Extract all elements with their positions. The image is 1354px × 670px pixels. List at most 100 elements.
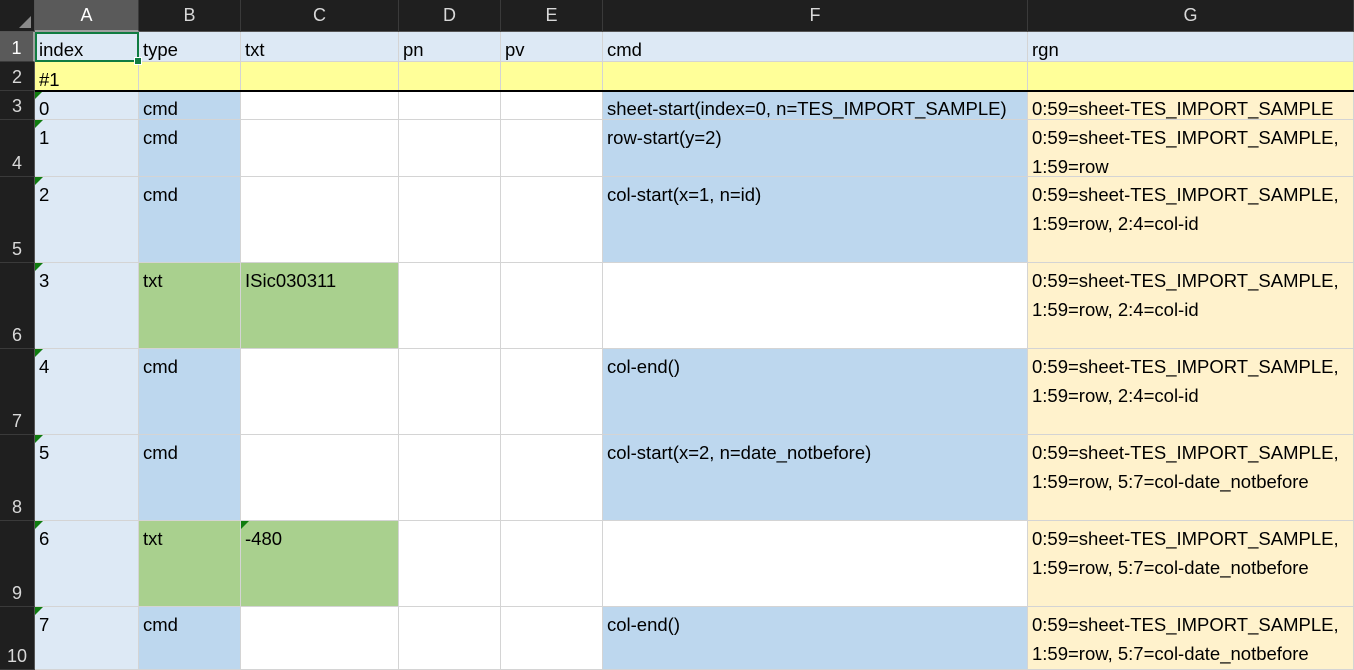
cmd-cell[interactable] [603,263,1028,349]
pv-cell[interactable] [501,349,603,435]
row-header-7[interactable]: 7 [0,349,35,435]
block-cell-txt[interactable] [241,62,399,91]
block-cell-type[interactable] [139,62,241,91]
cmd-cell[interactable]: col-start(x=1, n=id) [603,177,1028,263]
row-header-5[interactable]: 5 [0,177,35,263]
cmd-cell[interactable]: col-end() [603,349,1028,435]
pv-cell[interactable] [501,263,603,349]
type-cell[interactable]: cmd [139,349,241,435]
row-header-1[interactable]: 1 [0,32,35,62]
pv-cell[interactable] [501,177,603,263]
txt-cell[interactable] [241,349,399,435]
pn-cell[interactable] [399,607,501,670]
rgn-cell[interactable]: 0:59=sheet-TES_IMPORT_SAMPLE, 1:59=row [1028,120,1354,177]
cmd-cell-text: col-start(x=1, n=id) [607,184,762,205]
pn-cell[interactable] [399,177,501,263]
pn-cell[interactable] [399,349,501,435]
row-header-2[interactable]: 2 [0,62,35,91]
row-header-10[interactable]: 10 [0,607,35,670]
rgn-cell[interactable]: 0:59=sheet-TES_IMPORT_SAMPLE, 1:59=row, … [1028,263,1354,349]
index-cell[interactable]: 1 [35,120,139,177]
cmd-cell[interactable]: sheet-start(index=0, n=TES_IMPORT_SAMPLE… [603,91,1028,120]
header-cell-txt[interactable]: txt [241,32,399,62]
block-cell-pv[interactable] [501,62,603,91]
rgn-cell[interactable]: 0:59=sheet-TES_IMPORT_SAMPLE [1028,91,1354,120]
index-cell[interactable]: 0 [35,91,139,120]
index-cell[interactable]: 3 [35,263,139,349]
header-cell-rgn[interactable]: rgn [1028,32,1354,62]
pn-cell[interactable] [399,435,501,521]
header-cell-pn-text: pn [403,39,424,60]
txt-cell[interactable]: -480 [241,521,399,607]
column-header-f[interactable]: F [603,0,1028,32]
pn-cell[interactable] [399,263,501,349]
cmd-cell[interactable] [603,521,1028,607]
index-cell[interactable]: 5 [35,435,139,521]
number-as-text-indicator-icon [35,607,43,615]
fill-handle[interactable] [134,57,142,65]
column-header-g[interactable]: G [1028,0,1354,32]
row-header-9[interactable]: 9 [0,521,35,607]
column-header-b[interactable]: B [139,0,241,32]
row-header-4[interactable]: 4 [0,120,35,177]
block-cell-cmd[interactable] [603,62,1028,91]
txt-cell[interactable] [241,177,399,263]
type-cell[interactable]: cmd [139,177,241,263]
block-cell-index[interactable]: #1 [35,62,139,91]
pv-cell[interactable] [501,120,603,177]
pv-cell[interactable] [501,607,603,670]
pv-cell[interactable] [501,435,603,521]
column-header-d[interactable]: D [399,0,501,32]
column-header-c[interactable]: C [241,0,399,32]
type-cell[interactable]: cmd [139,120,241,177]
row-header-8[interactable]: 8 [0,435,35,521]
rgn-cell[interactable]: 0:59=sheet-TES_IMPORT_SAMPLE, 1:59=row, … [1028,607,1354,670]
index-cell[interactable]: 4 [35,349,139,435]
row-header-6[interactable]: 6 [0,263,35,349]
type-cell[interactable]: cmd [139,91,241,120]
rgn-cell[interactable]: 0:59=sheet-TES_IMPORT_SAMPLE, 1:59=row, … [1028,177,1354,263]
type-cell[interactable]: cmd [139,607,241,670]
header-cell-pv[interactable]: pv [501,32,603,62]
rgn-cell[interactable]: 0:59=sheet-TES_IMPORT_SAMPLE, 1:59=row, … [1028,349,1354,435]
header-cell-type[interactable]: type [139,32,241,62]
cmd-cell[interactable]: row-start(y=2) [603,120,1028,177]
pn-cell[interactable] [399,120,501,177]
pv-cell[interactable] [501,521,603,607]
type-cell[interactable]: txt [139,521,241,607]
txt-cell[interactable] [241,120,399,177]
rgn-cell[interactable]: 0:59=sheet-TES_IMPORT_SAMPLE, 1:59=row, … [1028,521,1354,607]
column-header-e[interactable]: E [501,0,603,32]
header-cell-index[interactable]: index [35,32,139,62]
column-header-a[interactable]: A [35,0,139,32]
block-cell-pn[interactable] [399,62,501,91]
type-cell[interactable]: txt [139,263,241,349]
cmd-cell[interactable]: col-end() [603,607,1028,670]
number-as-text-indicator-icon [35,263,43,271]
block-cell-index-text: #1 [39,69,60,90]
header-cell-cmd[interactable]: cmd [603,32,1028,62]
index-cell[interactable]: 7 [35,607,139,670]
row-header-3[interactable]: 3 [0,91,35,120]
index-cell[interactable]: 2 [35,177,139,263]
txt-cell[interactable]: ISic030311 [241,263,399,349]
txt-cell[interactable] [241,435,399,521]
select-all-button[interactable] [0,0,35,32]
pv-cell[interactable] [501,91,603,120]
rgn-cell-text: 0:59=sheet-TES_IMPORT_SAMPLE, 1:59=row, … [1032,442,1339,492]
type-cell-text: cmd [143,442,178,463]
cmd-cell[interactable]: col-start(x=2, n=date_notbefore) [603,435,1028,521]
block-cell-rgn[interactable] [1028,62,1354,91]
spreadsheet-grid[interactable]: ABCDEFG 1 2 3 4 5 6 7 8 9 10 index type txt pn pv cmd r… [0,0,1354,670]
pn-cell[interactable] [399,521,501,607]
header-cell-pn[interactable]: pn [399,32,501,62]
index-cell-text: 0 [39,98,50,119]
type-cell[interactable]: cmd [139,435,241,521]
txt-cell[interactable] [241,607,399,670]
pn-cell[interactable] [399,91,501,120]
cmd-cell-text: sheet-start(index=0, n=TES_IMPORT_SAMPLE… [607,98,1007,119]
txt-cell[interactable] [241,91,399,120]
cmd-cell-text: col-start(x=2, n=date_notbefore) [607,442,872,463]
index-cell[interactable]: 6 [35,521,139,607]
rgn-cell[interactable]: 0:59=sheet-TES_IMPORT_SAMPLE, 1:59=row, … [1028,435,1354,521]
